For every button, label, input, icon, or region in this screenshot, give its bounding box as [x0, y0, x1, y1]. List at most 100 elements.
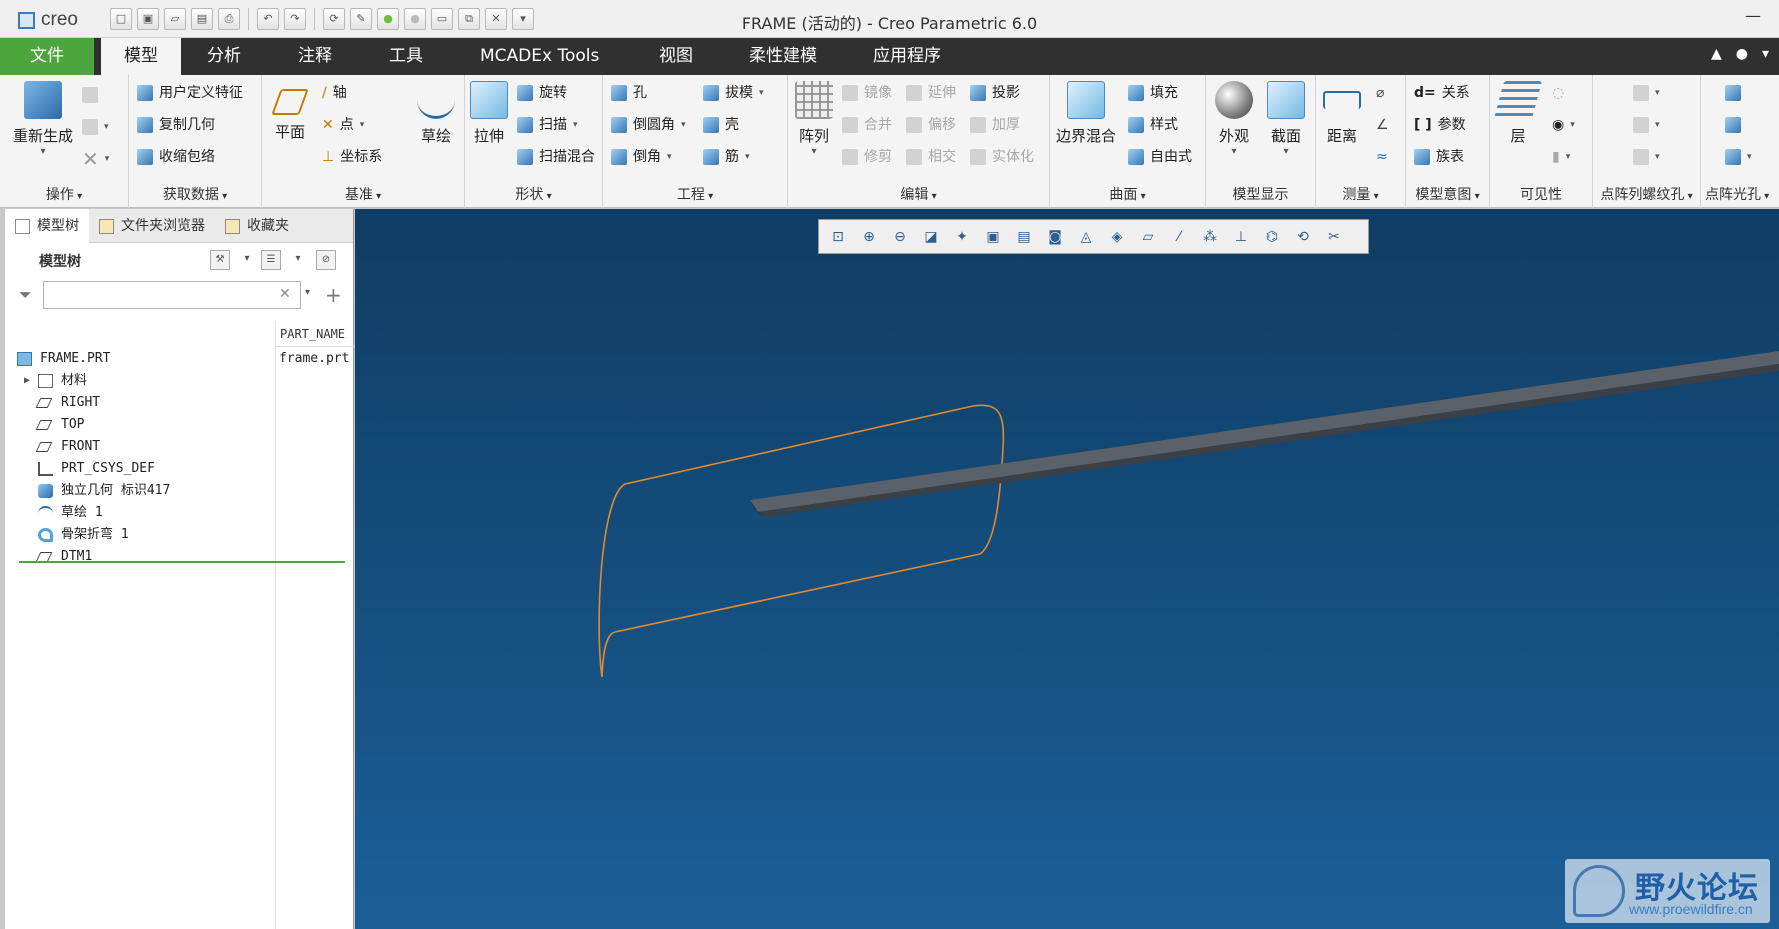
- mirror-button[interactable]: 镜像: [842, 81, 892, 105]
- filter-icon[interactable]: ⏷: [19, 287, 37, 303]
- tree-row[interactable]: ▶ 材料: [5, 370, 354, 392]
- measure-curve-button[interactable]: ≈: [1376, 145, 1388, 169]
- tree-columns-icon[interactable]: ☰: [261, 250, 281, 270]
- round-button[interactable]: 倒圆角 ▾: [611, 113, 686, 137]
- group-title-engineering[interactable]: 工程: [603, 184, 787, 204]
- undo-icon[interactable]: ↶: [257, 8, 279, 30]
- group-title-editing[interactable]: 编辑: [788, 184, 1049, 204]
- trim-button[interactable]: 修剪: [842, 145, 892, 169]
- shell-button[interactable]: 壳: [703, 113, 739, 137]
- sketch-button[interactable]: 草绘: [412, 81, 460, 146]
- axis-display-icon[interactable]: ⁄: [1166, 224, 1192, 250]
- copy-button[interactable]: [82, 83, 98, 107]
- relations-button[interactable]: d= 关系: [1414, 81, 1470, 105]
- insert-here-marker[interactable]: [19, 561, 345, 563]
- menu-view[interactable]: 视图: [643, 38, 709, 75]
- repaint-icon[interactable]: ✎: [350, 8, 372, 30]
- group-title-shapes[interactable]: 形状: [465, 184, 602, 204]
- distance-button[interactable]: 距离: [1318, 81, 1366, 146]
- switch-window-icon[interactable]: ⧉: [458, 8, 480, 30]
- regenerate-button[interactable]: 重新生成 ▾: [8, 81, 78, 157]
- close-window-icon[interactable]: ✕: [485, 8, 507, 30]
- new-icon[interactable]: □: [110, 8, 132, 30]
- tab-favorites[interactable]: 收藏夹: [215, 209, 299, 243]
- frame-beam-top-face[interactable]: [750, 351, 1779, 512]
- repaint-icon[interactable]: ◪: [918, 224, 944, 250]
- group-title-surfaces[interactable]: 曲面: [1050, 184, 1205, 204]
- merge-button[interactable]: 合并: [842, 113, 892, 137]
- show-hidden-icon[interactable]: ⊘: [316, 250, 336, 270]
- group-title-light-pattern[interactable]: 点阵光孔: [1701, 184, 1779, 204]
- tree-row[interactable]: 骨架折弯 1: [5, 524, 354, 546]
- measure-length-button[interactable]: ⌀: [1376, 81, 1384, 105]
- print-icon[interactable]: ⎙: [218, 8, 240, 30]
- boundary-blend-button[interactable]: 边界混合: [1054, 81, 1118, 146]
- fill-button[interactable]: 填充: [1128, 81, 1178, 105]
- appearance-button[interactable]: 外观 ▾: [1210, 81, 1258, 157]
- hole-button[interactable]: 孔: [611, 81, 647, 105]
- redo-icon[interactable]: ↷: [284, 8, 306, 30]
- project-button[interactable]: 投影: [970, 81, 1020, 105]
- group-title-thread-pattern[interactable]: 点阵列螺纹孔: [1593, 184, 1700, 204]
- measure-angle-button[interactable]: ∠: [1376, 113, 1389, 137]
- help-icon[interactable]: ●: [1736, 46, 1748, 62]
- axis-button[interactable]: / 轴: [322, 81, 347, 105]
- paste-button[interactable]: ▾: [82, 115, 109, 139]
- gray-dot-icon[interactable]: ●: [404, 8, 426, 30]
- menu-mcadex-tools[interactable]: MCADEx Tools: [464, 38, 615, 75]
- delete-button[interactable]: ✕ ▾: [82, 147, 109, 171]
- frame-beam-side-face[interactable]: [758, 364, 1779, 517]
- customize-icon[interactable]: ▾: [512, 8, 534, 30]
- column-header-part-name[interactable]: PART_NAME: [275, 321, 354, 347]
- hide-button[interactable]: ◌: [1552, 81, 1564, 105]
- tree-row[interactable]: 独立几何 标识417: [5, 480, 354, 502]
- copy-geometry-button[interactable]: 复制几何: [137, 113, 215, 137]
- windows-icon[interactable]: ▭: [431, 8, 453, 30]
- group-title-measure[interactable]: 测量: [1316, 184, 1405, 204]
- plane-display-icon[interactable]: ▱: [1135, 224, 1161, 250]
- swept-blend-button[interactable]: 扫描混合: [517, 145, 595, 169]
- saved-orientations-icon[interactable]: ▣: [980, 224, 1006, 250]
- chevron-down-icon[interactable]: ▾: [288, 250, 308, 270]
- open-window-icon[interactable]: ▣: [137, 8, 159, 30]
- thread-pattern-tool-1[interactable]: ▾: [1633, 81, 1660, 105]
- menu-annotate[interactable]: 注释: [282, 38, 348, 75]
- udf-button[interactable]: 用户定义特征: [137, 81, 243, 105]
- annotation-display-icon[interactable]: ⌬: [1259, 224, 1285, 250]
- menu-flexible-modeling[interactable]: 柔性建模: [733, 38, 833, 75]
- named-views-icon[interactable]: ▤: [1011, 224, 1037, 250]
- sketch-outline[interactable]: [598, 404, 1005, 678]
- group-title-operations[interactable]: 操作: [0, 184, 128, 204]
- menu-tools[interactable]: 工具: [373, 38, 439, 75]
- rib-button[interactable]: 筋 ▾: [703, 145, 750, 169]
- intersect-button[interactable]: 相交: [906, 145, 956, 169]
- group-title-model-intent[interactable]: 模型意图: [1406, 184, 1489, 204]
- options-icon[interactable]: ▾: [1762, 46, 1769, 62]
- menu-applications[interactable]: 应用程序: [857, 38, 957, 75]
- light-pattern-tool-2[interactable]: [1725, 113, 1741, 137]
- display-style-icon[interactable]: ◙: [1042, 224, 1068, 250]
- model-viewport[interactable]: [355, 209, 1779, 929]
- cut-icon[interactable]: ✂: [1321, 224, 1347, 250]
- graphics-window[interactable]: ⊡ ⊕ ⊖ ◪ ✦ ▣ ▤ ◙ ◬ ◈ ▱ ⁄ ⁂ ⊥ ⌬ ⟲ ✂ 野火论坛 w…: [355, 209, 1779, 929]
- tree-row[interactable]: DTM1: [5, 546, 354, 568]
- save-icon[interactable]: ▤: [191, 8, 213, 30]
- refit-icon[interactable]: ⊡: [825, 224, 851, 250]
- section-button[interactable]: 截面 ▾: [1262, 81, 1310, 157]
- spin-center-icon[interactable]: ✦: [949, 224, 975, 250]
- layers-button[interactable]: 层: [1493, 81, 1543, 146]
- tree-row[interactable]: 草绘 1: [5, 502, 354, 524]
- light-pattern-tool-1[interactable]: [1725, 81, 1741, 105]
- menu-analysis[interactable]: 分析: [191, 38, 257, 75]
- spin-icon[interactable]: ⟲: [1290, 224, 1316, 250]
- offset-button[interactable]: 偏移: [906, 113, 956, 137]
- light-pattern-tool-3[interactable]: ▾: [1725, 145, 1752, 169]
- csys-button[interactable]: ⊥ 坐标系: [322, 145, 382, 169]
- thread-pattern-tool-2[interactable]: ▾: [1633, 113, 1660, 137]
- style-button[interactable]: 样式: [1128, 113, 1178, 137]
- csys-display-icon[interactable]: ⊥: [1228, 224, 1254, 250]
- draft-button[interactable]: 拔模 ▾: [703, 81, 764, 105]
- family-table-button[interactable]: 族表: [1414, 145, 1464, 169]
- green-dot-icon[interactable]: ●: [377, 8, 399, 30]
- perspective-icon[interactable]: ◬: [1073, 224, 1099, 250]
